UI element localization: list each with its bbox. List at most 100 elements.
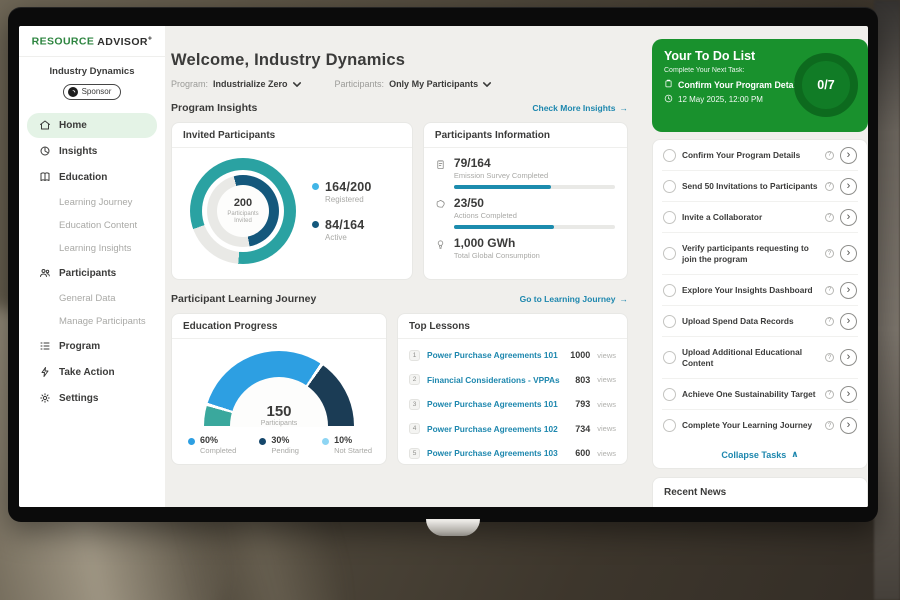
task-checkbox[interactable] <box>663 211 676 224</box>
chevron-right-button[interactable]: › <box>840 245 857 262</box>
collapse-tasks-link[interactable]: Collapse Tasks ∧ <box>662 441 858 468</box>
desk-background: RESOURCE ADVISOR+ Industry Dynamics Spon… <box>0 0 900 600</box>
chevron-right-button[interactable]: › <box>840 209 857 226</box>
program-dropdown[interactable]: Program: Industrialize Zero <box>171 79 301 89</box>
arrow-right-icon: → <box>620 294 629 304</box>
check-more-insights-link[interactable]: Check More Insights → <box>532 103 628 113</box>
help-icon[interactable]: ? <box>825 390 834 399</box>
task-checkbox[interactable] <box>663 284 676 297</box>
chevron-right-button[interactable]: › <box>840 386 857 403</box>
chevron-up-icon: ∧ <box>791 449 798 460</box>
program-icon <box>39 340 51 352</box>
sidebar-item-manage-participants[interactable]: Manage Participants <box>27 310 157 333</box>
help-icon[interactable]: ? <box>825 151 834 160</box>
sidebar-item-participants[interactable]: Participants <box>27 261 157 286</box>
legend-dot <box>188 438 195 445</box>
task-row: Upload Spend Data Records ? › <box>662 306 858 337</box>
sponsor-badge[interactable]: Sponsor <box>63 84 122 100</box>
todo-progress-ring: 0/7 <box>794 53 858 117</box>
donut-legend: 164/200 Registered 84/164 Active <box>312 180 372 242</box>
sponsor-icon <box>68 87 78 97</box>
take-action-icon <box>39 366 51 378</box>
task-checkbox[interactable] <box>663 180 676 193</box>
clipboard-icon <box>664 79 673 90</box>
help-icon[interactable]: ? <box>825 286 834 295</box>
todo-tasks-card: Confirm Your Program Details ? › Send 50… <box>652 139 868 469</box>
help-icon[interactable]: ? <box>825 213 834 222</box>
sidebar-item-education-content[interactable]: Education Content <box>27 214 157 237</box>
legend-not-started: 10% Not Started <box>322 435 372 455</box>
lesson-row: 3 Power Purchase Agreements 101 793 view… <box>409 392 616 417</box>
chevron-right-button[interactable]: › <box>840 349 857 366</box>
go-to-learning-journey-link[interactable]: Go to Learning Journey → <box>520 294 628 304</box>
chevron-right-button[interactable]: › <box>840 313 857 330</box>
task-row: Achieve One Sustainability Target ? › <box>662 379 858 410</box>
help-icon[interactable]: ? <box>825 317 834 326</box>
sidebar-item-home[interactable]: Home <box>27 113 157 138</box>
bulb-icon <box>434 236 447 260</box>
sidebar-item-program[interactable]: Program <box>27 334 157 359</box>
chevron-right-button[interactable]: › <box>840 178 857 195</box>
task-checkbox[interactable] <box>663 247 676 260</box>
card-title: Invited Participants <box>172 123 412 148</box>
help-icon[interactable]: ? <box>825 353 834 362</box>
task-row: Verify participants requesting to join t… <box>662 233 858 275</box>
sidebar-item-insights[interactable]: Insights <box>27 139 157 164</box>
task-checkbox[interactable] <box>663 351 676 364</box>
chevron-down-icon <box>483 79 491 89</box>
lesson-link[interactable]: Power Purchase Agreements 103 <box>427 448 568 458</box>
chevron-right-button[interactable]: › <box>840 147 857 164</box>
dashboard-screen: RESOURCE ADVISOR+ Industry Dynamics Spon… <box>19 26 868 507</box>
help-icon[interactable]: ? <box>825 249 834 258</box>
invited-participants-card: Invited Participants 200 Participants In… <box>171 122 413 280</box>
legend-registered: 164/200 Registered <box>312 180 372 204</box>
lesson-link[interactable]: Financial Considerations - VPPAs <box>427 375 568 385</box>
stat-emission-survey: 79/164 Emission Survey Completed <box>434 156 615 189</box>
sidebar-item-education[interactable]: Education <box>27 165 157 190</box>
sidebar-item-general-data[interactable]: General Data <box>27 287 157 310</box>
legend-active: 84/164 Active <box>312 218 372 242</box>
settings-icon <box>39 392 51 404</box>
program-insights-header: Program Insights Check More Insights → <box>171 102 628 114</box>
task-checkbox[interactable] <box>663 419 676 432</box>
learning-cards-row: Education Progress 150 Participants <box>171 313 628 465</box>
lesson-link[interactable]: Power Purchase Agreements 101 <box>427 350 563 360</box>
chevron-right-button[interactable]: › <box>840 417 857 434</box>
sidebar-item-learning-insights[interactable]: Learning Insights <box>27 237 157 260</box>
task-checkbox[interactable] <box>663 388 676 401</box>
card-title: Top Lessons <box>398 314 627 339</box>
todo-summary-card: Your To Do List Complete Your Next Task:… <box>652 39 868 132</box>
task-checkbox[interactable] <box>663 149 676 162</box>
learning-journey-header: Participant Learning Journey Go to Learn… <box>171 293 628 305</box>
invited-total: 200 <box>234 197 252 209</box>
chevron-right-button[interactable]: › <box>840 282 857 299</box>
help-icon[interactable]: ? <box>825 182 834 191</box>
home-icon <box>39 119 51 131</box>
sidebar: RESOURCE ADVISOR+ Industry Dynamics Spon… <box>19 26 165 507</box>
invited-donut-chart: 200 Participants Invited <box>190 158 296 264</box>
sidebar-item-take-action[interactable]: Take Action <box>27 360 157 385</box>
education-progress-card: Education Progress 150 Participants <box>171 313 387 465</box>
task-row: Upload Additional Educational Content ? … <box>662 337 858 379</box>
task-row: Invite a Collaborator ? › <box>662 202 858 233</box>
gauge-legend: 60% Completed 30% Pending <box>172 427 386 455</box>
sidebar-nav: Home Insights Education Learning Journey… <box>19 110 165 414</box>
participants-dropdown[interactable]: Participants: Only My Participants <box>335 79 492 89</box>
org-name: Industry Dynamics <box>19 66 165 77</box>
card-title: Education Progress <box>172 314 386 339</box>
sidebar-item-learning-journey[interactable]: Learning Journey <box>27 191 157 214</box>
task-checkbox[interactable] <box>663 315 676 328</box>
progress-bar <box>454 225 615 229</box>
education-icon <box>39 171 51 183</box>
education-progress-gauge: 150 Participants <box>204 351 354 427</box>
chevron-down-icon <box>293 79 301 89</box>
insights-cards-row: Invited Participants 200 Participants In… <box>171 122 628 280</box>
section-title: Participant Learning Journey <box>171 293 316 305</box>
lesson-link[interactable]: Power Purchase Agreements 102 <box>427 424 568 434</box>
lesson-link[interactable]: Power Purchase Agreements 101 <box>427 399 568 409</box>
progress-bar <box>454 185 615 189</box>
card-title: Participants Information <box>424 123 627 148</box>
lesson-row: 4 Power Purchase Agreements 102 734 view… <box>409 417 616 442</box>
help-icon[interactable]: ? <box>825 421 834 430</box>
sidebar-item-settings[interactable]: Settings <box>27 386 157 411</box>
